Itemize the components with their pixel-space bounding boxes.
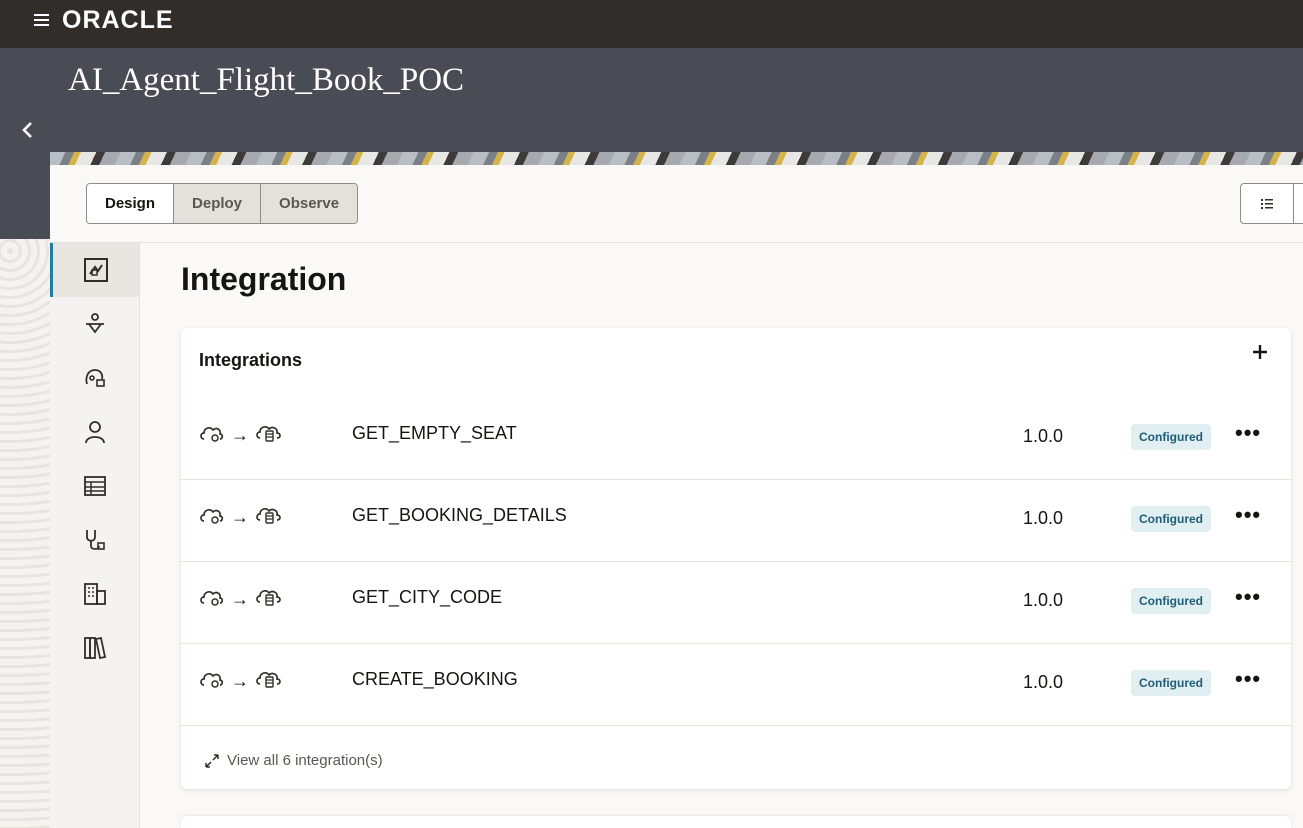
rail-item-organization[interactable] (50, 567, 139, 621)
more-actions-icon[interactable]: ••• (1235, 420, 1261, 446)
arrow-right-icon: → (231, 671, 249, 691)
add-integration-button[interactable] (1249, 342, 1271, 364)
app-cloud-icon (199, 504, 225, 531)
more-actions-icon[interactable]: ••• (1235, 502, 1261, 528)
rail-item-connections[interactable] (50, 351, 139, 405)
building-icon (83, 583, 106, 605)
integration-pattern: → (199, 422, 283, 449)
table-row[interactable]: → GET_BOOKING_DETAILS 1.0.0 Configured ••• (181, 480, 1291, 562)
background-pattern (0, 239, 50, 828)
app-cloud-icon (199, 422, 225, 449)
divider (50, 242, 1303, 243)
library-icon (83, 636, 106, 660)
connection-icon (85, 369, 105, 387)
stethoscope-icon (85, 530, 105, 550)
integration-pattern: → (199, 504, 283, 531)
arrow-right-icon: → (231, 425, 249, 445)
next-panel (181, 816, 1291, 828)
person-icon (84, 421, 105, 444)
oracle-logo: ORACLE (62, 6, 174, 34)
top-bar: ORACLE (0, 0, 1303, 48)
status-badge: Configured (1131, 424, 1211, 450)
hamburger-menu-icon[interactable] (34, 12, 50, 28)
status-badge: Configured (1131, 670, 1211, 696)
database-cloud-icon (255, 422, 283, 449)
database-cloud-icon (255, 586, 283, 613)
database-cloud-icon (255, 668, 283, 695)
table-row[interactable]: → GET_EMPTY_SEAT 1.0.0 Configured ••• (181, 398, 1291, 480)
rail-item-agents[interactable] (50, 297, 139, 351)
project-title: AI_Agent_Flight_Book_POC (68, 62, 465, 98)
database-cloud-icon (255, 504, 283, 531)
tab-deploy[interactable]: Deploy (173, 184, 261, 223)
project-card: Design Deploy Observe Integration Integr… (50, 152, 1303, 828)
integrations-panel: Integrations → GET_EMPTY_SEAT 1.0.0 Configu… (181, 328, 1291, 789)
list-view-button[interactable] (1241, 184, 1294, 223)
integrations-icon (84, 258, 108, 282)
table-row[interactable]: → CREATE_BOOKING 1.0.0 Configured ••• (181, 644, 1291, 726)
back-button[interactable] (18, 118, 38, 142)
table-row[interactable]: → GET_CITY_CODE 1.0.0 Configured ••• (181, 562, 1291, 644)
integration-version: 1.0.0 (1023, 508, 1064, 528)
status-badge: Configured (1131, 588, 1211, 614)
more-actions-icon[interactable]: ••• (1235, 666, 1261, 692)
integration-version: 1.0.0 (1023, 426, 1064, 446)
rail-item-users[interactable] (50, 405, 139, 459)
integration-pattern: → (199, 668, 283, 695)
arrow-right-icon: → (231, 589, 249, 609)
app-cloud-icon (199, 668, 225, 695)
integration-name[interactable]: GET_CITY_CODE (352, 587, 502, 608)
integration-name[interactable]: CREATE_BOOKING (352, 669, 518, 690)
plus-icon (1253, 345, 1267, 359)
agent-icon (85, 313, 104, 334)
rail-item-library[interactable] (50, 621, 139, 675)
view-all-label: View all 6 integration(s) (227, 752, 383, 769)
arrow-right-icon: → (231, 507, 249, 527)
integration-version: 1.0.0 (1023, 590, 1064, 610)
rail-item-health[interactable] (50, 513, 139, 567)
integration-name[interactable]: GET_EMPTY_SEAT (352, 423, 517, 444)
more-actions-icon[interactable]: ••• (1235, 584, 1261, 610)
tab-design[interactable]: Design (87, 184, 174, 223)
rail-item-tables[interactable] (50, 459, 139, 513)
decorative-banner (50, 152, 1303, 165)
tab-observe[interactable]: Observe (260, 184, 358, 223)
page-title: Integration (181, 261, 347, 297)
mode-tabs: Design Deploy Observe (86, 183, 359, 224)
integration-version: 1.0.0 (1023, 672, 1064, 692)
list-view-icon (1261, 198, 1273, 209)
chevron-left-icon (22, 122, 32, 138)
rail-item-integrations[interactable] (50, 243, 139, 297)
panel-title: Integrations (199, 350, 303, 370)
left-rail (50, 243, 140, 828)
integration-pattern: → (199, 586, 283, 613)
view-all-link[interactable]: View all 6 integration(s) (205, 752, 383, 769)
integration-name[interactable]: GET_BOOKING_DETAILS (352, 505, 567, 526)
expand-icon (205, 753, 219, 768)
table-icon (83, 476, 106, 496)
app-cloud-icon (199, 586, 225, 613)
view-toggle (1240, 183, 1303, 224)
status-badge: Configured (1131, 506, 1211, 532)
